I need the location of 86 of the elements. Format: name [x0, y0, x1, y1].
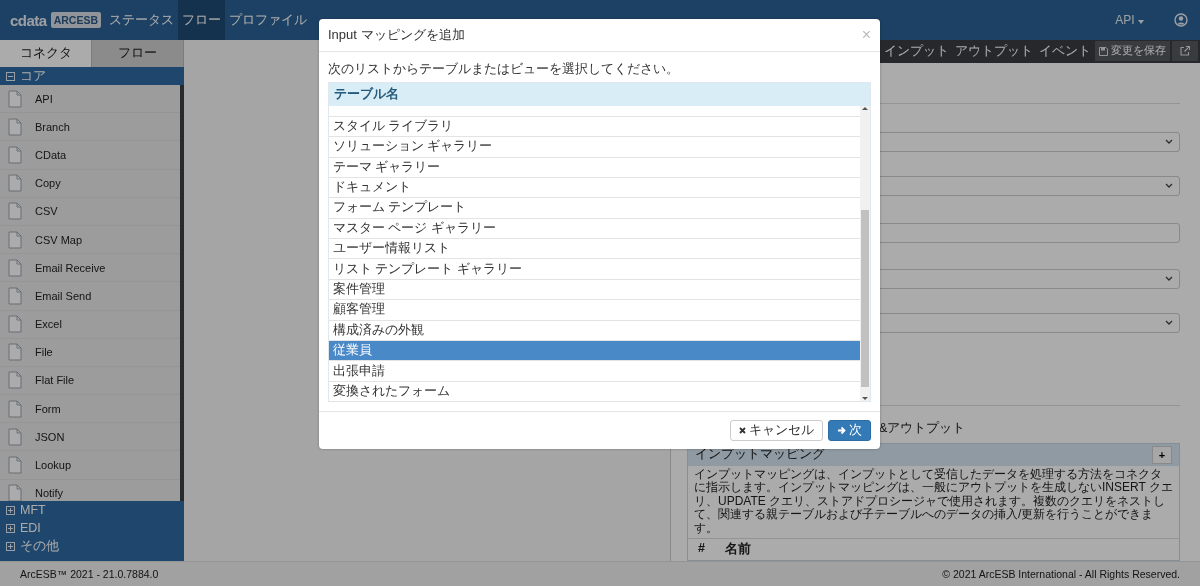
document-icon — [7, 202, 23, 221]
card-title: インプットマッピング — [695, 446, 825, 463]
chevron-down-icon — [1165, 276, 1173, 281]
logo[interactable]: cdata — [10, 11, 47, 29]
close-icon — [739, 427, 746, 435]
document-icon — [7, 343, 23, 362]
column-header: 名前 — [724, 541, 751, 558]
chevron-down-icon — [1165, 320, 1173, 325]
connector-item[interactable]: File — [0, 338, 180, 367]
table-row[interactable]: 顧客管理 — [329, 300, 860, 321]
document-icon — [7, 399, 23, 418]
panel-tab[interactable]: インプット — [882, 42, 951, 60]
external-link-icon — [1180, 46, 1190, 57]
document-icon — [7, 174, 23, 193]
product-badge: ARCESB — [50, 12, 102, 28]
table-row[interactable]: リスト テンプレート ギャラリー — [329, 259, 860, 280]
user-menu[interactable]: API — [1115, 13, 1156, 27]
scroll-down-icon[interactable] — [862, 397, 868, 402]
table-row[interactable]: ソリューション ギャラリー — [329, 137, 860, 158]
connector-item[interactable]: Copy — [0, 169, 180, 198]
connector-item[interactable]: CSV Map — [0, 225, 180, 255]
version-text: ArcESB™ 2021 - 21.0.7884.0 — [20, 568, 159, 580]
group-header[interactable]: MFT — [20, 503, 46, 517]
table-row[interactable]: ドキュメント — [329, 177, 860, 199]
document-icon — [7, 145, 23, 164]
group-header[interactable]: EDI — [20, 521, 41, 535]
document-icon — [7, 484, 23, 501]
table-row[interactable]: ユーザー情報リスト — [329, 239, 860, 260]
dialog-title: Input マッピングを追加 — [328, 26, 465, 45]
connector-item[interactable]: Flat File — [0, 366, 180, 396]
sidebar-tab[interactable]: コネクタ — [0, 40, 92, 67]
connector-item[interactable]: JSON — [0, 423, 180, 452]
table-row[interactable]: 案件管理 — [329, 279, 860, 301]
document-icon — [7, 89, 23, 108]
connector-item[interactable]: API — [0, 85, 180, 114]
column-header: テーブル名 — [329, 83, 870, 107]
document-icon — [7, 315, 23, 334]
instruction-text: 次のリストからテーブルまたはビューを選択してください。 — [328, 61, 680, 79]
table-row[interactable]: マスター ページ ギャラリー — [329, 218, 860, 240]
connector-item[interactable]: Lookup — [0, 451, 180, 480]
add-button[interactable]: + — [1152, 445, 1172, 464]
connector-item[interactable]: Branch — [0, 113, 180, 142]
cancel-button[interactable]: キャンセル — [730, 420, 823, 442]
table-row[interactable]: スタイル ライブラリ — [329, 116, 860, 138]
connector-item[interactable]: Email Receive — [0, 254, 180, 283]
nav-tab[interactable]: ステータス — [105, 0, 179, 40]
table-row[interactable]: フォーム テンプレート — [329, 198, 860, 219]
table-row[interactable]: 出張申請 — [329, 361, 860, 382]
document-icon — [7, 258, 23, 277]
panel-tab[interactable]: アウトプット — [953, 42, 1035, 60]
sidebar-tab[interactable]: フロー — [92, 40, 184, 67]
save-button[interactable]: 変更を保存 — [1095, 41, 1170, 62]
connector-item[interactable]: Excel — [0, 310, 180, 339]
column-header: # — [698, 541, 705, 557]
connector-item[interactable]: CData — [0, 141, 180, 170]
expand-icon[interactable] — [6, 541, 15, 551]
chevron-down-icon — [1165, 183, 1173, 188]
table-row[interactable]: テーマ ギャラリー — [329, 157, 860, 178]
table-row[interactable]: 変換されたフォーム — [329, 381, 860, 403]
table-row[interactable]: 従業員 — [329, 341, 860, 362]
user-icon[interactable] — [1174, 13, 1188, 27]
group-header[interactable]: コア — [20, 67, 46, 85]
panel-tab[interactable]: イベント — [1037, 42, 1093, 60]
document-icon — [7, 427, 23, 446]
collapse-icon[interactable] — [6, 71, 15, 81]
connector-item[interactable]: CSV — [0, 197, 180, 226]
expand-icon[interactable] — [6, 505, 15, 515]
description: インプットマッピングは、インプットとして受信したデータを処理する方法をコネクタに指示します。インプットマッピングは、一般にアウトプットを生成しないINSERT クエリ、UPDATE クエリ、ストアドプロシージャで使用されます。複数のクエリをネストして、関連する親テーブルおよび子テーブルへのデータの挿入/更新を行うことができます。 — [693, 465, 1174, 537]
caret-icon — [1138, 20, 1144, 24]
nav-tab[interactable]: プロファイル — [225, 0, 312, 40]
expand-icon[interactable] — [6, 523, 15, 533]
arrow-right-icon — [837, 426, 846, 436]
copyright-text: © 2021 ArcESB International - All Rights Reserved. — [942, 568, 1180, 580]
document-icon — [7, 456, 23, 475]
next-button[interactable]: 次 — [828, 420, 871, 442]
section-label: &アウトプット — [879, 419, 966, 437]
document-icon — [7, 230, 23, 249]
connector-item[interactable]: Form — [0, 395, 180, 424]
nav-tab[interactable]: フロー — [178, 0, 226, 40]
document-icon — [7, 117, 23, 136]
connector-item[interactable]: Email Send — [0, 282, 180, 311]
chevron-down-icon — [1165, 139, 1173, 144]
external-link-button[interactable] — [1172, 41, 1198, 62]
scrollbar-thumb[interactable] — [861, 210, 869, 388]
document-icon — [7, 286, 23, 305]
document-icon — [7, 371, 23, 390]
